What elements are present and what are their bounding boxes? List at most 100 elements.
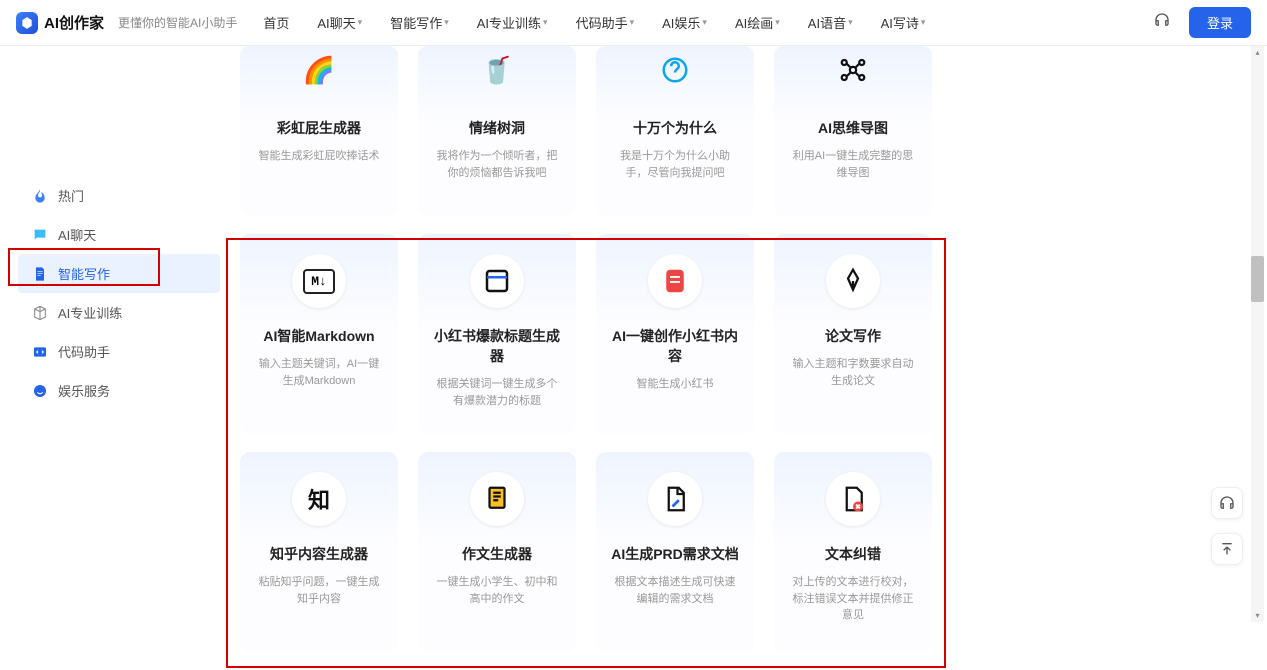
cube-icon [32, 305, 48, 321]
card-2-1[interactable]: 作文生成器一键生成小学生、初中和高中的作文 [418, 452, 576, 652]
card-desc: 智能生成小红书 [610, 376, 740, 393]
card-0-1[interactable]: 🥤 情绪树洞我将作为一个倾听者，把你的烦恼都告诉我吧 [418, 46, 576, 216]
window-icon [470, 254, 524, 308]
nav-item-3[interactable]: AI专业训练▾ [477, 13, 548, 32]
card-row-1: M↓AI智能Markdown输入主题关键词，AI一键生成Markdown小红书爆… [240, 234, 1247, 434]
card-title: AI思维导图 [788, 118, 918, 138]
code-icon [32, 344, 48, 360]
card-desc: 利用AI一键生成完整的思维导图 [788, 148, 918, 181]
sidebar-item-4[interactable]: 代码助手 [18, 332, 220, 371]
sidebar-item-3[interactable]: AI专业训练 [18, 293, 220, 332]
top-bar: AI创作家 更懂你的智能AI小助手 首页 AI聊天▾ 智能写作▾ AI专业训练▾ 代码助… [0, 0, 1267, 46]
card-1-1[interactable]: 小红书爆款标题生成器根据关键词一键生成多个有爆款潜力的标题 [418, 234, 576, 434]
float-support-button[interactable] [1211, 487, 1243, 519]
card-desc: 一键生成小学生、初中和高中的作文 [432, 574, 562, 607]
float-top-button[interactable] [1211, 533, 1243, 565]
card-0-3[interactable]: AI思维导图利用AI一键生成完整的思维导图 [774, 46, 932, 216]
content: 🌈 彩虹屁生成器智能生成彩虹屁吹捧话术 🥤 情绪树洞我将作为一个倾听者，把你的烦恼都告… [220, 46, 1267, 670]
scrollbar-up-arrow[interactable]: ▴ [1251, 46, 1264, 59]
sidebar-item-label: 代码助手 [58, 342, 110, 361]
card-2-2[interactable]: AI生成PRD需求文档根据文本描述生成可快速编辑的需求文档 [596, 452, 754, 652]
card-desc: 我是十万个为什么小助手，尽管向我提问吧 [610, 148, 740, 181]
card-title: AI一键创作小红书内容 [610, 326, 740, 366]
top-nav: 首页 AI聊天▾ 智能写作▾ AI专业训练▾ 代码助手▾ AI娱乐▾ AI绘画▾ AI语音▾ A… [263, 13, 1145, 32]
nav-item-7[interactable]: AI语音▾ [808, 13, 853, 32]
card-title: 文本纠错 [788, 544, 918, 564]
nav-item-8[interactable]: AI写诗▾ [881, 13, 926, 32]
card-title: 论文写作 [788, 326, 918, 346]
md-icon: M↓ [292, 254, 346, 308]
chevron-down-icon: ▾ [358, 17, 363, 28]
scrollbar-thumb[interactable] [1251, 256, 1264, 302]
chevron-down-icon: ▾ [921, 17, 926, 28]
cup-icon: 🥤 [473, 46, 521, 94]
question-icon [651, 46, 699, 94]
main: 热门 AI聊天智能写作 AI专业训练代码助手娱乐服务 🌈 彩虹屁生成器智能生成彩虹屁吹… [0, 46, 1267, 670]
chevron-down-icon: ▾ [543, 17, 548, 28]
card-title: 小红书爆款标题生成器 [432, 326, 562, 366]
mind-icon [829, 46, 877, 94]
nav-item-5[interactable]: AI娱乐▾ [662, 13, 707, 32]
card-2-3[interactable]: 文本纠错对上传的文本进行校对，标注错误文本并提供修正意见 [774, 452, 932, 652]
nav-item-6[interactable]: AI绘画▾ [735, 13, 780, 32]
sidebar-item-label: 热门 [58, 186, 84, 205]
chevron-down-icon: ▾ [848, 17, 853, 28]
card-title: 知乎内容生成器 [254, 544, 384, 564]
support-icon[interactable] [1153, 11, 1171, 34]
chevron-down-icon: ▾ [775, 17, 780, 28]
card-row-2: 知知乎内容生成器粘贴知乎问题，一键生成知乎内容作文生成器一键生成小学生、初中和高… [240, 452, 1247, 652]
sidebar-item-label: 娱乐服务 [58, 381, 110, 400]
chevron-down-icon: ▾ [630, 17, 635, 28]
scrollbar-down-arrow[interactable]: ▾ [1251, 609, 1264, 622]
card-1-3[interactable]: 论文写作输入主题和字数要求自动生成论文 [774, 234, 932, 434]
card-desc: 智能生成彩虹屁吹捧话术 [254, 148, 384, 165]
chevron-down-icon: ▾ [444, 17, 449, 28]
sidebar-item-label: AI聊天 [58, 225, 96, 244]
nav-item-0[interactable]: 首页 [263, 13, 289, 32]
card-row-0: 🌈 彩虹屁生成器智能生成彩虹屁吹捧话术 🥤 情绪树洞我将作为一个倾听者，把你的烦恼都告… [240, 46, 1247, 216]
essay-icon [470, 472, 524, 526]
scrollbar-track[interactable] [1251, 46, 1264, 622]
logo-text: AI创作家 [44, 12, 104, 33]
top-right: 登录 [1153, 7, 1251, 38]
sidebar-list: 热门 AI聊天智能写作 AI专业训练代码助手娱乐服务 [18, 176, 220, 410]
rainbow-icon: 🌈 [295, 46, 343, 94]
tagline: 更懂你的智能AI小助手 [118, 14, 237, 31]
doc-icon [32, 266, 48, 282]
card-1-2[interactable]: AI一键创作小红书内容智能生成小红书 [596, 234, 754, 434]
nav-item-4[interactable]: 代码助手▾ [576, 13, 635, 32]
card-0-0[interactable]: 🌈 彩虹屁生成器智能生成彩虹屁吹捧话术 [240, 46, 398, 216]
card-0-2[interactable]: 十万个为什么我是十万个为什么小助手，尽管向我提问吧 [596, 46, 754, 216]
card-title: 作文生成器 [432, 544, 562, 564]
login-button[interactable]: 登录 [1189, 7, 1251, 38]
nav-item-2[interactable]: 智能写作▾ [390, 13, 449, 32]
sidebar-item-5[interactable]: 娱乐服务 [18, 371, 220, 410]
card-title: 情绪树洞 [432, 118, 562, 138]
card-title: 十万个为什么 [610, 118, 740, 138]
nav-item-1[interactable]: AI聊天▾ [317, 13, 362, 32]
card-2-0[interactable]: 知知乎内容生成器粘贴知乎问题，一键生成知乎内容 [240, 452, 398, 652]
chevron-down-icon: ▾ [702, 17, 707, 28]
sidebar: 热门 AI聊天智能写作 AI专业训练代码助手娱乐服务 [0, 46, 220, 670]
smile-icon [32, 383, 48, 399]
card-desc: 根据关键词一键生成多个有爆款潜力的标题 [432, 376, 562, 409]
sidebar-item-1[interactable]: AI聊天 [18, 215, 220, 254]
chat-icon [32, 227, 48, 243]
card-desc: 输入主题和字数要求自动生成论文 [788, 356, 918, 389]
logo[interactable]: AI创作家 [16, 12, 104, 34]
flame-icon [32, 188, 48, 204]
card-desc: 输入主题关键词，AI一键生成Markdown [254, 356, 384, 389]
float-actions [1211, 487, 1243, 565]
sidebar-item-0[interactable]: 热门 [18, 176, 220, 215]
card-desc: 根据文本描述生成可快速编辑的需求文档 [610, 574, 740, 607]
sidebar-item-2[interactable]: 智能写作 [18, 254, 220, 293]
card-1-0[interactable]: M↓AI智能Markdown输入主题关键词，AI一键生成Markdown [240, 234, 398, 434]
card-title: AI生成PRD需求文档 [610, 544, 740, 564]
zhi-icon: 知 [292, 472, 346, 526]
note-icon [648, 254, 702, 308]
sidebar-item-label: 智能写作 [58, 264, 110, 283]
logo-icon [16, 12, 38, 34]
card-desc: 我将作为一个倾听者，把你的烦恼都告诉我吧 [432, 148, 562, 181]
card-title: 彩虹屁生成器 [254, 118, 384, 138]
correct-icon [826, 472, 880, 526]
